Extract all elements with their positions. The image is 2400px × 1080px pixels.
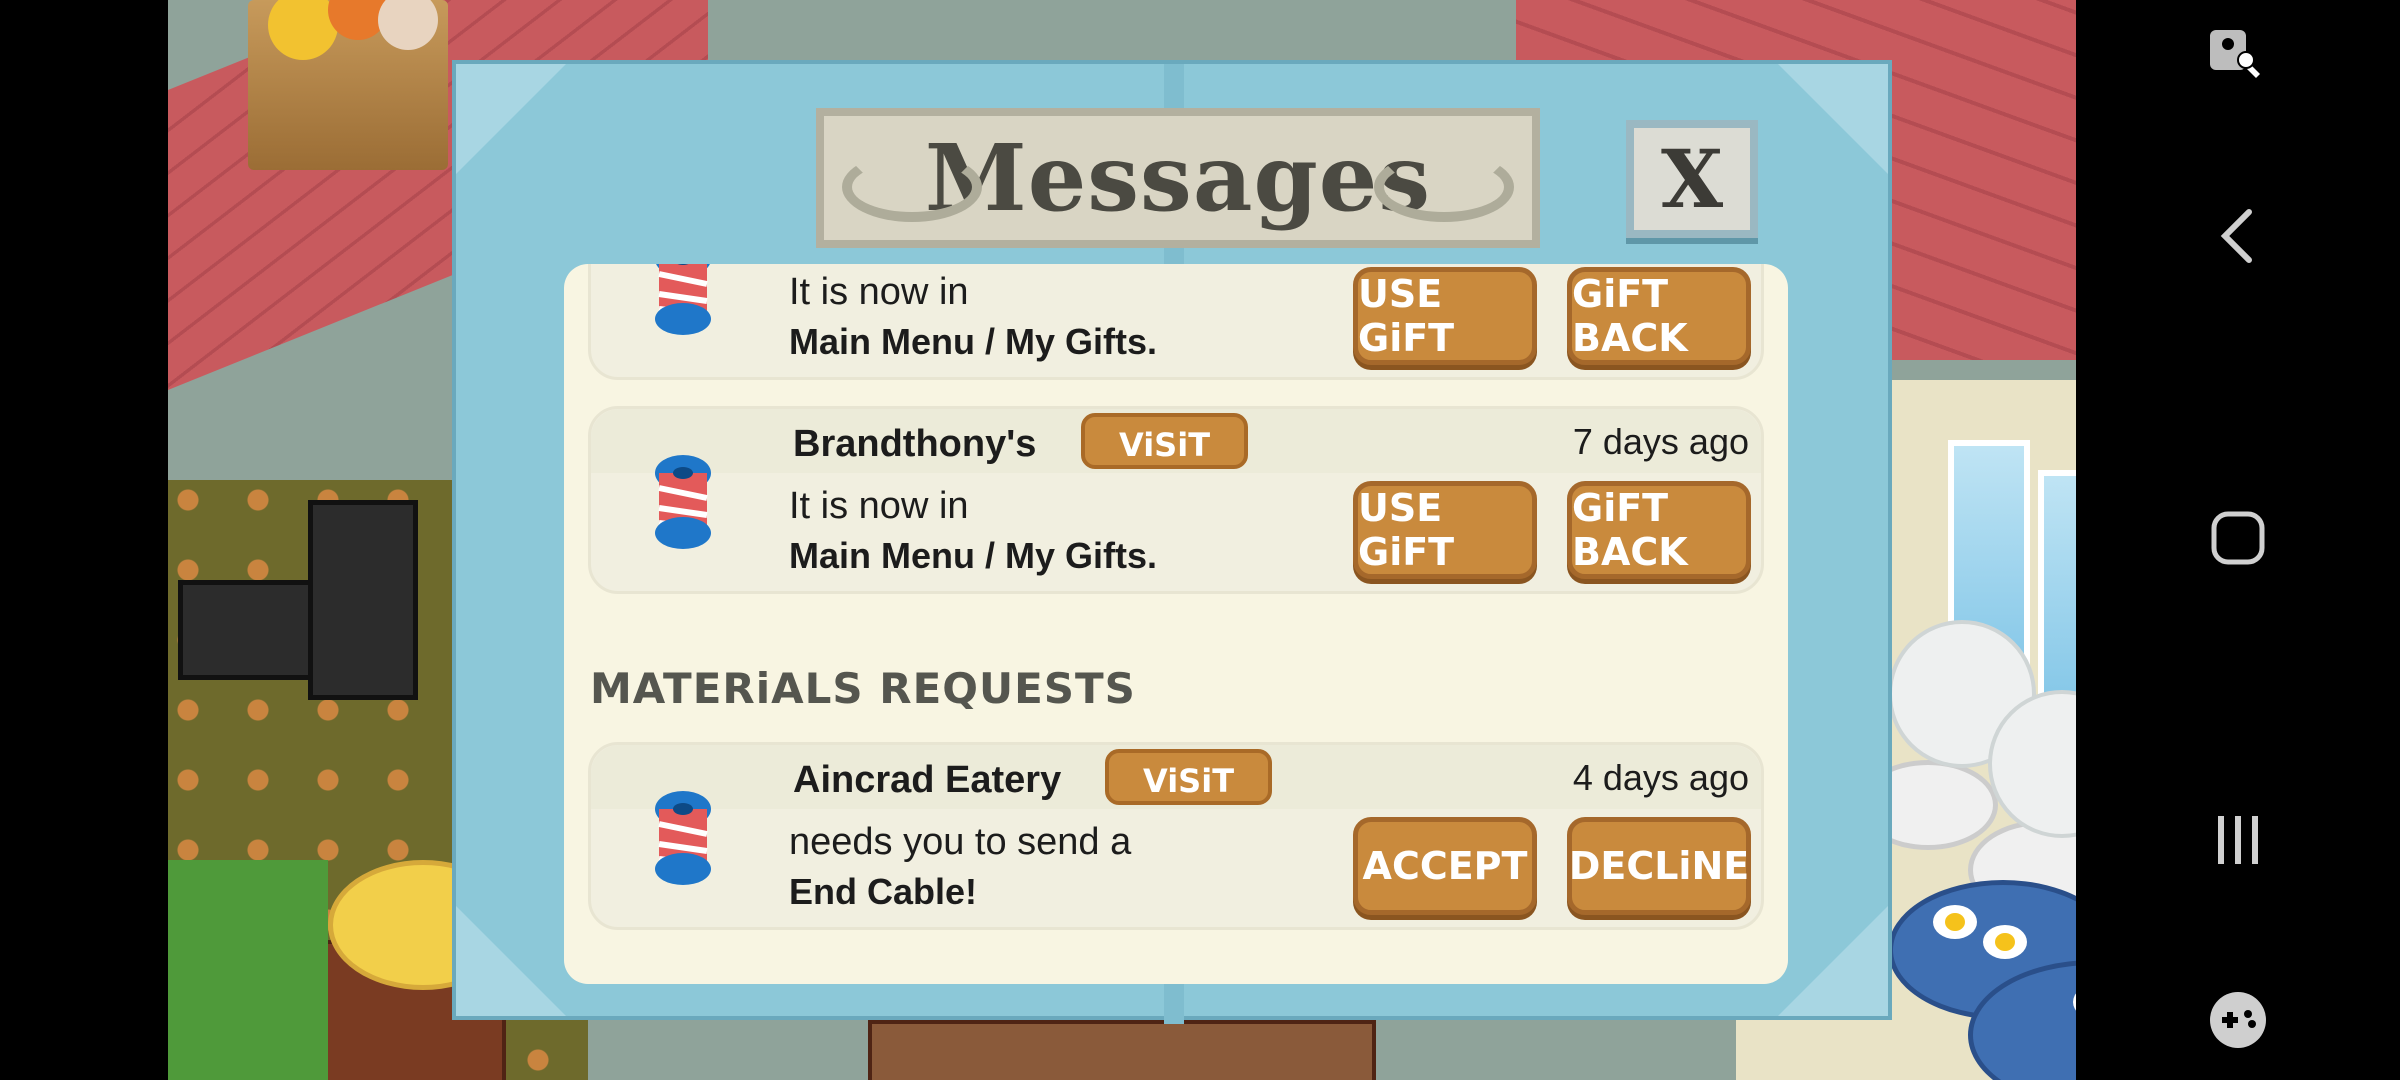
request-message-line2: End Cable! xyxy=(789,871,978,912)
sender-name: Aincrad Eatery xyxy=(793,759,1062,801)
gift-message-line1: It is now in xyxy=(789,485,969,527)
gift-message-line1: It is now in xyxy=(789,271,969,313)
recents-icon xyxy=(2218,816,2258,864)
frame-corner xyxy=(1778,64,1888,174)
home-icon xyxy=(2211,511,2265,565)
visit-button[interactable]: ViSiT xyxy=(1105,749,1273,805)
produce-crate xyxy=(248,0,448,170)
request-message-line1: needs you to send a xyxy=(789,821,1132,863)
frame-corner xyxy=(1778,906,1888,1016)
messages-panel[interactable]: It is now in Main Menu / My Gifts. USE G… xyxy=(564,264,1788,984)
frame-corner xyxy=(456,64,566,174)
frame-corner xyxy=(456,906,566,1016)
spool-icon xyxy=(655,264,711,335)
gift-row: It is now in Main Menu / My Gifts. USE G… xyxy=(588,264,1764,380)
timestamp: 4 days ago xyxy=(1572,757,1749,798)
spool-icon xyxy=(655,455,711,549)
game-launcher-button[interactable] xyxy=(2188,970,2288,1070)
leaf-floor xyxy=(168,860,328,1080)
messages-dialog: Messages X It is now in Main Menu / My G… xyxy=(452,60,1892,1024)
counter xyxy=(868,1020,1376,1080)
gift-row: Brandthony's ViSiT 7 days ago It is now … xyxy=(588,406,1764,594)
title-plate: Messages xyxy=(816,108,1540,248)
gift-message-line2: Main Menu / My Gifts. xyxy=(789,535,1158,576)
back-icon xyxy=(2220,209,2252,263)
section-heading-materials: MATERiALS REQUESTS xyxy=(590,664,1136,713)
gift-message-line2: Main Menu / My Gifts. xyxy=(789,321,1158,362)
back-button[interactable] xyxy=(2188,186,2288,286)
home-button[interactable] xyxy=(2188,488,2288,588)
navigation-bar xyxy=(2076,0,2400,1080)
spool-icon xyxy=(655,791,711,885)
pizza-sign xyxy=(308,500,418,700)
scoreboard xyxy=(178,580,318,680)
recents-button[interactable] xyxy=(2188,790,2288,890)
swirl-ornament xyxy=(842,152,982,222)
accessibility-icon xyxy=(2210,30,2260,78)
visit-button[interactable]: ViSiT xyxy=(1081,413,1249,469)
close-icon: X xyxy=(1660,132,1724,226)
close-button[interactable]: X xyxy=(1626,120,1758,238)
decline-button[interactable]: DECLiNE xyxy=(1567,817,1751,915)
use-gift-button[interactable]: USE GiFT xyxy=(1353,481,1537,579)
timestamp: 7 days ago xyxy=(1572,421,1749,462)
use-gift-button[interactable]: USE GiFT xyxy=(1353,267,1537,365)
request-row: Aincrad Eatery ViSiT 4 days ago needs yo… xyxy=(588,742,1764,930)
swirl-ornament xyxy=(1374,152,1514,222)
gift-back-button[interactable]: GiFT BACK xyxy=(1567,267,1751,365)
dialog-title: Messages xyxy=(924,124,1432,232)
gift-back-button[interactable]: GiFT BACK xyxy=(1567,481,1751,579)
sender-name: Brandthony's xyxy=(793,423,1037,465)
game-launcher-icon xyxy=(2210,992,2266,1048)
accept-button[interactable]: ACCEPT xyxy=(1353,817,1537,915)
accessibility-button[interactable] xyxy=(2188,8,2288,108)
